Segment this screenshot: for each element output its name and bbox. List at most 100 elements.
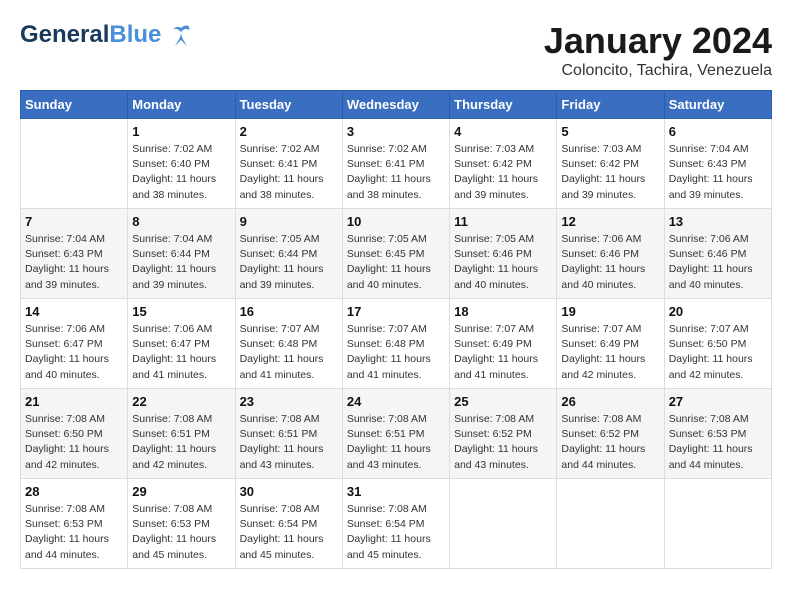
location: Coloncito, Tachira, Venezuela [544,62,772,80]
day-info: Sunrise: 7:08 AMSunset: 6:53 PMDaylight:… [669,412,767,473]
day-number: 10 [347,214,445,229]
day-info: Sunrise: 7:06 AMSunset: 6:47 PMDaylight:… [132,322,230,383]
day-number: 24 [347,394,445,409]
day-info: Sunrise: 7:07 AMSunset: 6:49 PMDaylight:… [561,322,659,383]
col-header-saturday: Saturday [664,91,771,119]
calendar-cell: 1 Sunrise: 7:02 AMSunset: 6:40 PMDaylight… [128,119,235,209]
calendar-cell: 2 Sunrise: 7:02 AMSunset: 6:41 PMDaylight… [235,119,342,209]
day-number: 3 [347,124,445,139]
day-number: 21 [25,394,123,409]
logo-blue: Blue [109,21,161,48]
day-number: 23 [240,394,338,409]
day-info: Sunrise: 7:08 AMSunset: 6:52 PMDaylight:… [454,412,552,473]
day-number: 20 [669,304,767,319]
day-number: 14 [25,304,123,319]
calendar-cell: 11 Sunrise: 7:05 AMSunset: 6:46 PMDayligh… [450,209,557,299]
day-info: Sunrise: 7:08 AMSunset: 6:51 PMDaylight:… [347,412,445,473]
calendar-cell: 18Sunrise: 7:07 AMSunset: 6:49 PMDayligh… [450,299,557,389]
day-number: 5 [561,124,659,139]
col-header-sunday: Sunday [21,91,128,119]
calendar-cell: 6 Sunrise: 7:04 AMSunset: 6:43 PMDaylight… [664,119,771,209]
week-row: 14 Sunrise: 7:06 AMSunset: 6:47 PMDayligh… [21,299,772,389]
day-number: 19 [561,304,659,319]
day-number: 6 [669,124,767,139]
day-number: 2 [240,124,338,139]
day-info: Sunrise: 7:08 AMSunset: 6:54 PMDaylight:… [347,502,445,563]
day-number: 11 [454,214,552,229]
calendar-cell: 8 Sunrise: 7:04 AMSunset: 6:44 PMDaylight… [128,209,235,299]
calendar-cell: 10 Sunrise: 7:05 AMSunset: 6:45 PMDayligh… [342,209,449,299]
day-info: Sunrise: 7:04 AMSunset: 6:43 PMDaylight:… [25,232,123,293]
header-row: SundayMondayTuesdayWednesdayThursdayFrid… [21,91,772,119]
calendar-table: SundayMondayTuesdayWednesdayThursdayFrid… [20,90,772,569]
calendar-cell: 14 Sunrise: 7:06 AMSunset: 6:47 PMDayligh… [21,299,128,389]
logo: GeneralBlue [20,20,193,50]
calendar-cell: 15 Sunrise: 7:06 AMSunset: 6:47 PMDayligh… [128,299,235,389]
calendar-cell: 29Sunrise: 7:08 AMSunset: 6:53 PMDayligh… [128,479,235,569]
col-header-thursday: Thursday [450,91,557,119]
week-row: 1 Sunrise: 7:02 AMSunset: 6:40 PMDaylight… [21,119,772,209]
day-number: 15 [132,304,230,319]
day-number: 28 [25,484,123,499]
day-info: Sunrise: 7:05 AMSunset: 6:44 PMDaylight:… [240,232,338,293]
day-number: 30 [240,484,338,499]
day-info: Sunrise: 7:06 AMSunset: 6:47 PMDaylight:… [25,322,123,383]
calendar-cell: 26Sunrise: 7:08 AMSunset: 6:52 PMDayligh… [557,389,664,479]
day-number: 8 [132,214,230,229]
calendar-cell: 4Sunrise: 7:03 AMSunset: 6:42 PMDaylight… [450,119,557,209]
page-header: GeneralBlue January 2024 Coloncito, Tach… [20,20,772,80]
day-number: 25 [454,394,552,409]
calendar-cell: 23 Sunrise: 7:08 AMSunset: 6:51 PMDayligh… [235,389,342,479]
day-info: Sunrise: 7:07 AMSunset: 6:48 PMDaylight:… [240,322,338,383]
day-info: Sunrise: 7:07 AMSunset: 6:48 PMDaylight:… [347,322,445,383]
day-number: 22 [132,394,230,409]
col-header-tuesday: Tuesday [235,91,342,119]
calendar-cell: 30 Sunrise: 7:08 AMSunset: 6:54 PMDayligh… [235,479,342,569]
col-header-wednesday: Wednesday [342,91,449,119]
day-info: Sunrise: 7:04 AMSunset: 6:44 PMDaylight:… [132,232,230,293]
calendar-cell [664,479,771,569]
calendar-cell [557,479,664,569]
calendar-cell: 7Sunrise: 7:04 AMSunset: 6:43 PMDaylight… [21,209,128,299]
calendar-cell: 19 Sunrise: 7:07 AMSunset: 6:49 PMDayligh… [557,299,664,389]
day-number: 1 [132,124,230,139]
calendar-cell: 27 Sunrise: 7:08 AMSunset: 6:53 PMDayligh… [664,389,771,479]
day-number: 27 [669,394,767,409]
col-header-monday: Monday [128,91,235,119]
day-info: Sunrise: 7:08 AMSunset: 6:51 PMDaylight:… [240,412,338,473]
day-number: 17 [347,304,445,319]
week-row: 7Sunrise: 7:04 AMSunset: 6:43 PMDaylight… [21,209,772,299]
day-info: Sunrise: 7:08 AMSunset: 6:52 PMDaylight:… [561,412,659,473]
day-info: Sunrise: 7:05 AMSunset: 6:45 PMDaylight:… [347,232,445,293]
month-title: January 2024 [544,20,772,62]
day-number: 31 [347,484,445,499]
calendar-cell: 31 Sunrise: 7:08 AMSunset: 6:54 PMDayligh… [342,479,449,569]
calendar-cell: 5Sunrise: 7:03 AMSunset: 6:42 PMDaylight… [557,119,664,209]
calendar-cell: 3 Sunrise: 7:02 AMSunset: 6:41 PMDaylight… [342,119,449,209]
calendar-cell: 17 Sunrise: 7:07 AMSunset: 6:48 PMDayligh… [342,299,449,389]
col-header-friday: Friday [557,91,664,119]
day-info: Sunrise: 7:08 AMSunset: 6:54 PMDaylight:… [240,502,338,563]
calendar-cell [21,119,128,209]
day-info: Sunrise: 7:02 AMSunset: 6:41 PMDaylight:… [347,142,445,203]
calendar-cell: 12Sunrise: 7:06 AMSunset: 6:46 PMDayligh… [557,209,664,299]
day-info: Sunrise: 7:03 AMSunset: 6:42 PMDaylight:… [454,142,552,203]
calendar-cell: 16 Sunrise: 7:07 AMSunset: 6:48 PMDayligh… [235,299,342,389]
bird-icon [163,20,193,50]
day-info: Sunrise: 7:06 AMSunset: 6:46 PMDaylight:… [669,232,767,293]
day-number: 16 [240,304,338,319]
day-number: 9 [240,214,338,229]
day-info: Sunrise: 7:04 AMSunset: 6:43 PMDaylight:… [669,142,767,203]
day-number: 29 [132,484,230,499]
calendar-cell: 21Sunrise: 7:08 AMSunset: 6:50 PMDayligh… [21,389,128,479]
day-info: Sunrise: 7:07 AMSunset: 6:50 PMDaylight:… [669,322,767,383]
day-info: Sunrise: 7:08 AMSunset: 6:51 PMDaylight:… [132,412,230,473]
day-info: Sunrise: 7:02 AMSunset: 6:41 PMDaylight:… [240,142,338,203]
day-info: Sunrise: 7:06 AMSunset: 6:46 PMDaylight:… [561,232,659,293]
day-info: Sunrise: 7:05 AMSunset: 6:46 PMDaylight:… [454,232,552,293]
title-block: January 2024 Coloncito, Tachira, Venezue… [544,20,772,80]
day-info: Sunrise: 7:02 AMSunset: 6:40 PMDaylight:… [132,142,230,203]
logo-general: General [20,21,109,48]
calendar-cell: 25 Sunrise: 7:08 AMSunset: 6:52 PMDayligh… [450,389,557,479]
calendar-cell: 9 Sunrise: 7:05 AMSunset: 6:44 PMDaylight… [235,209,342,299]
